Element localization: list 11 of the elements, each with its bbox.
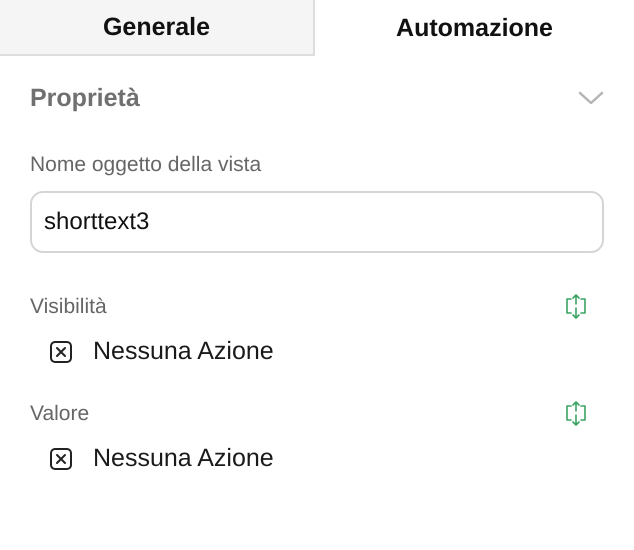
field-label: Nome oggetto della vista (30, 153, 262, 177)
tab[interactable]: Generale (0, 0, 315, 56)
close-icon[interactable] (49, 446, 73, 470)
section-title: Proprietà (30, 84, 140, 113)
action-text: Nessuna Azione (93, 444, 274, 473)
close-icon[interactable] (49, 340, 73, 364)
action-text: Nessuna Azione (93, 337, 274, 366)
chevron-icon[interactable] (578, 91, 604, 106)
input-field[interactable]: shorttext3 (30, 191, 604, 253)
rule-label: Visibilità (30, 295, 107, 319)
rule-label: Valore (30, 402, 90, 426)
